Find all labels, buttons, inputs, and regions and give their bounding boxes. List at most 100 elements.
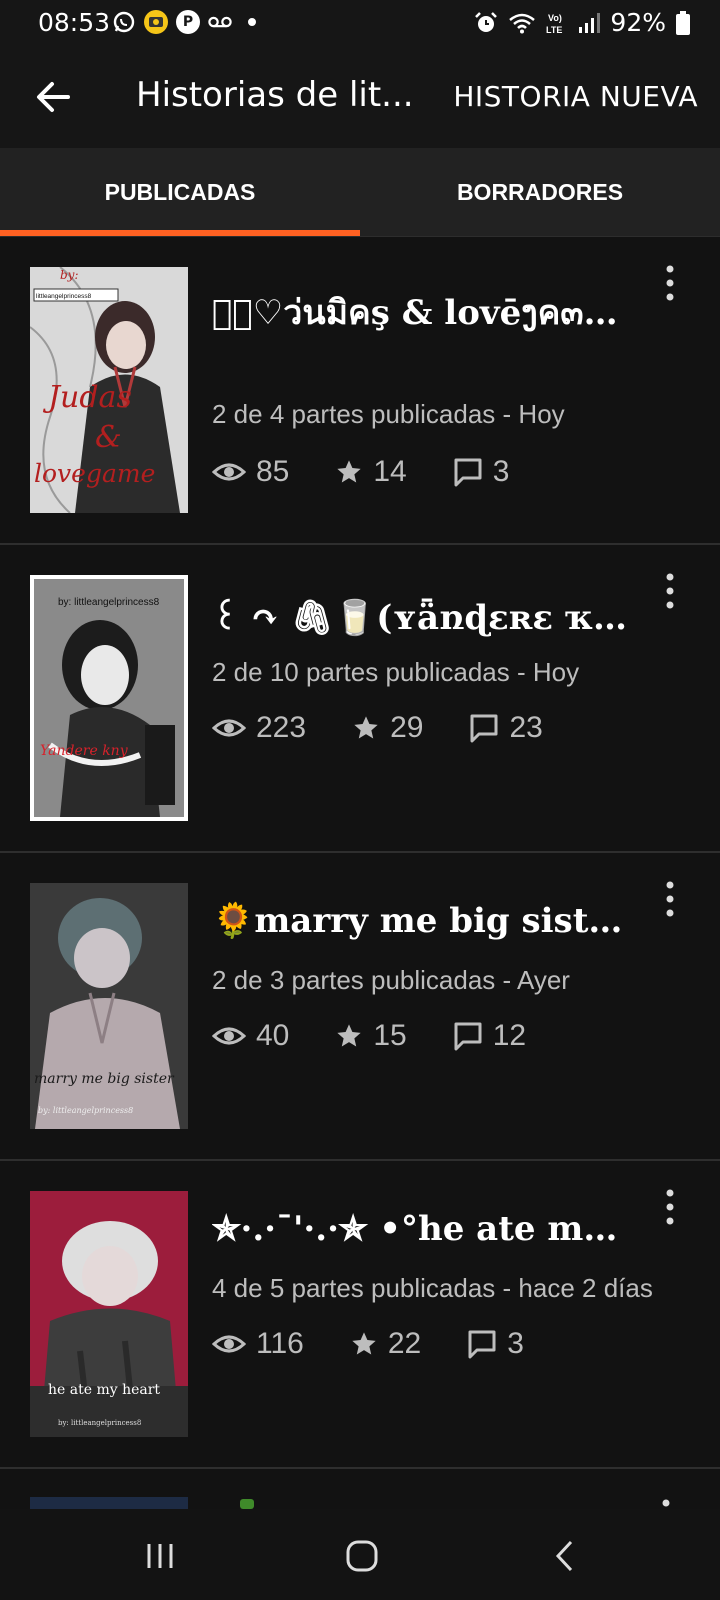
back-button[interactable]	[30, 72, 80, 122]
more-vertical-icon	[666, 1189, 674, 1225]
recents-icon	[147, 1544, 173, 1568]
new-story-button[interactable]: HISTORIA NUEVA	[453, 80, 698, 113]
more-options-button[interactable]	[660, 571, 680, 611]
tab-published[interactable]: PUBLICADAS	[0, 148, 360, 236]
whatsapp-icon	[112, 10, 136, 34]
battery-percent: 92%	[610, 8, 666, 37]
story-stats: 223 29 23	[212, 711, 589, 745]
story-title[interactable]: ✯·.·¯'·.·✯ •°he ate my hea...	[212, 1209, 632, 1249]
comments-stat: 12	[453, 1019, 526, 1053]
cover-text: Judas	[42, 380, 132, 415]
story-item[interactable]: by: littleangelprincess8 Yandere kny ꒰ ↷…	[0, 545, 720, 853]
story-parts-status: 4 de 5 partes publicadas - hace 2 días	[212, 1273, 653, 1303]
eye-icon	[212, 463, 246, 481]
voicemail-icon	[208, 10, 232, 34]
system-status-icons: Vo) LTE 92%	[474, 8, 690, 37]
story-parts-status: 2 de 10 partes publicadas - Hoy	[212, 657, 580, 687]
more-vertical-icon	[666, 881, 674, 917]
comments-stat: 3	[453, 455, 510, 489]
cover-text: marry me big sister	[34, 1071, 175, 1087]
more-options-button[interactable]	[660, 1187, 680, 1227]
tab-drafts[interactable]: BORRADORES	[360, 148, 720, 236]
cover-text: lovegame	[34, 459, 155, 488]
comments-stat: 23	[469, 711, 543, 745]
story-parts-status: 2 de 4 partes publicadas - Hoy	[212, 399, 565, 429]
sunflower-icon	[240, 1499, 254, 1509]
story-cover[interactable]: he ate my heart by: littleangelprincess8	[30, 1191, 188, 1437]
alarm-icon	[475, 11, 498, 32]
story-title[interactable]: 🌻marry me big sister 🌻	[212, 901, 632, 941]
story-list: by: littleangelprincess8 Judas & lovegam…	[0, 237, 720, 1509]
story-item[interactable]: he ate my heart by: littleangelprincess8…	[0, 1161, 720, 1469]
comment-icon	[454, 458, 482, 487]
volte-icon: Vo) LTE	[546, 13, 562, 35]
app-bar: Historias de lit... HISTORIA NUEVA	[0, 50, 720, 148]
story-item[interactable]: marry me big sister by: littleangelprinc…	[0, 853, 720, 1161]
signal-icon	[579, 12, 601, 33]
views-count: 85	[256, 455, 290, 488]
votes-stat: 14	[335, 455, 407, 489]
views-count: 40	[256, 1019, 290, 1052]
more-options-button[interactable]	[660, 263, 680, 303]
cover-text: by: littleangelprincess8	[58, 597, 160, 608]
story-parts-status: 2 de 3 partes publicadas - Ayer	[212, 965, 570, 995]
story-cover[interactable]: marry me big sister by: littleangelprinc…	[30, 883, 188, 1129]
arrow-left-icon	[37, 82, 70, 112]
story-item[interactable]: by: littleangelprincess8 Judas & lovegam…	[0, 237, 720, 545]
star-icon	[337, 1024, 362, 1047]
comment-icon	[468, 1330, 496, 1359]
comments-count: 3	[492, 455, 510, 488]
cover-text: he ate my heart	[48, 1382, 160, 1398]
tab-bar: PUBLICADAS BORRADORES	[0, 148, 720, 237]
story-cover[interactable]: by: littleangelprincess8 Judas & lovegam…	[30, 267, 188, 513]
views-stat: 85	[212, 455, 289, 489]
comments-stat: 3	[467, 1327, 524, 1361]
eye-icon	[212, 1335, 246, 1353]
pinterest-icon: P	[176, 10, 200, 34]
page-title: Historias de lit...	[136, 75, 414, 115]
votes-count: 22	[387, 1327, 422, 1360]
system-nav-bar	[0, 1509, 720, 1600]
cover-text: &	[95, 420, 122, 455]
views-count: 116	[256, 1327, 304, 1360]
cover-text: littleangelprincess8	[36, 293, 92, 300]
views-stat: 223	[212, 711, 306, 745]
battery-icon	[676, 10, 690, 35]
back-nav-button[interactable]	[535, 1531, 595, 1581]
status-bar: 08:53 P Vo) LTE 92%	[0, 0, 720, 50]
story-title[interactable]: ꒰ ↷ 🖇🥛(ʏǟռɖɛʀɛ ҡռʏ ...	[212, 593, 632, 638]
story-title[interactable]: ❀ྀ♡ว่นมิคş & lovēງค๓ē ...	[212, 285, 632, 339]
story-item-partial[interactable]	[0, 1467, 720, 1509]
star-icon	[352, 1332, 376, 1355]
views-stat: 40	[212, 1019, 289, 1053]
votes-count: 15	[373, 1019, 407, 1052]
comment-icon	[470, 714, 498, 743]
more-options-button[interactable]	[660, 879, 680, 919]
votes-count: 29	[390, 711, 424, 744]
story-cover[interactable]	[30, 1497, 188, 1509]
views-stat: 116	[212, 1327, 304, 1361]
svg-text:Vo): Vo)	[548, 13, 562, 23]
comments-count: 3	[507, 1327, 524, 1360]
eye-icon	[212, 1027, 246, 1045]
home-button[interactable]	[332, 1531, 392, 1581]
cover-text: by: littleangelprincess8	[38, 1106, 133, 1115]
story-cover[interactable]: by: littleangelprincess8 Yandere kny	[30, 575, 188, 821]
votes-stat: 29	[352, 711, 423, 745]
more-vertical-icon	[662, 1499, 670, 1507]
svg-text:LTE: LTE	[546, 25, 562, 35]
comments-count: 23	[509, 711, 543, 744]
story-stats: 85 14 3	[212, 455, 555, 489]
dot-icon	[240, 10, 264, 34]
more-vertical-icon	[666, 265, 674, 301]
more-vertical-icon	[666, 573, 674, 609]
views-count: 223	[256, 711, 307, 744]
chevron-left-icon	[555, 1540, 573, 1572]
votes-count: 14	[373, 455, 407, 488]
star-icon	[354, 716, 378, 739]
star-icon	[337, 460, 362, 483]
home-icon	[346, 1540, 378, 1572]
recents-button[interactable]	[130, 1531, 190, 1581]
notification-icon	[144, 10, 168, 34]
story-stats: 116 22 3	[212, 1327, 570, 1361]
